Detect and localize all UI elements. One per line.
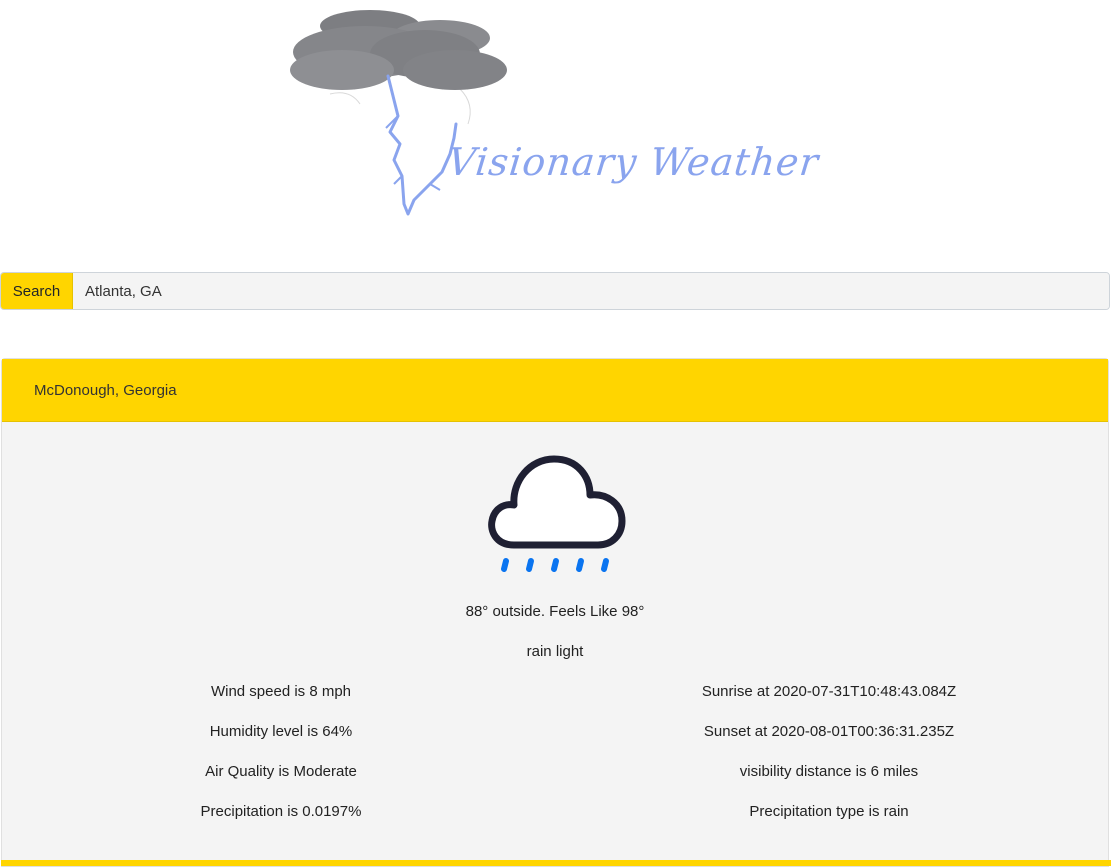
weather-description: rain light [526, 643, 584, 660]
visibility: visibility distance is 6 miles [739, 763, 919, 780]
precipitation: Precipitation is 0.0197% [200, 803, 362, 820]
location-header: McDonough, Georgia [2, 359, 1108, 422]
weather-card: McDonough, Georgia 88° outside. Feels Li… [1, 358, 1111, 867]
sunrise: Sunrise at 2020-07-31T10:48:43.084Z [701, 683, 957, 700]
search-input[interactable] [73, 273, 1109, 309]
logo-text: Visionary Weather [445, 140, 822, 184]
temperature-text: 88° outside. Feels Like 98° [465, 603, 645, 620]
card-footer [1, 860, 1111, 866]
rain-cloud-icon [486, 451, 628, 579]
sunset: Sunset at 2020-08-01T00:36:31.235Z [703, 723, 955, 740]
page: Visionary Weather Search McDonough, Geor… [0, 0, 1113, 867]
precipitation-type: Precipitation type is rain [749, 803, 909, 820]
wind-speed: Wind speed is 8 mph [210, 683, 352, 700]
search-button[interactable]: Search [1, 273, 73, 309]
humidity: Humidity level is 64% [209, 723, 353, 740]
site-logo: Visionary Weather [290, 4, 822, 219]
air-quality: Air Quality is Moderate [205, 763, 357, 780]
storm-cloud-lightning-icon [290, 10, 507, 216]
search-bar: Search [0, 272, 1110, 310]
location-name: McDonough, Georgia [34, 381, 177, 399]
